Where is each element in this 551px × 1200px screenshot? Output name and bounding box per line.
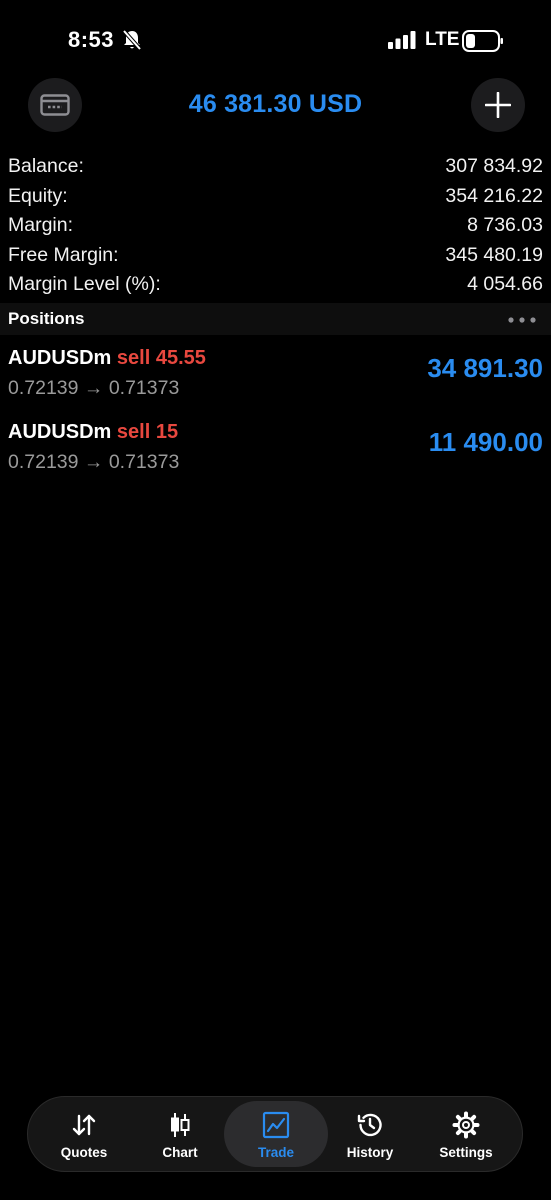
position-symbol: AUDUSDm — [8, 421, 112, 443]
position-side: sell 45.55 — [116, 347, 206, 369]
summary-row-margin-level: Margin Level (%): 4 054.66 — [8, 270, 543, 300]
tab-settings[interactable]: Settings — [418, 1097, 514, 1171]
tab-label: History — [346, 1145, 394, 1160]
positions-title: Positions — [8, 309, 85, 328]
summary-row-free-margin: Free Margin: 345 480.19 — [8, 241, 543, 271]
new-order-button[interactable] — [471, 78, 525, 132]
bell-muted-icon — [122, 29, 142, 51]
tab-label: Settings — [439, 1145, 493, 1160]
cellular-signal-icon — [388, 31, 416, 49]
summary-value: 345 480.19 — [445, 243, 543, 266]
tab-quotes[interactable]: Quotes — [36, 1097, 132, 1171]
summary-value: 354 216.22 — [445, 184, 543, 207]
position-symbol: AUDUSDm — [8, 347, 112, 369]
history-icon — [357, 1113, 382, 1137]
position-profit: 11 490.00 — [428, 427, 543, 457]
positions-section-header: Positions — [0, 303, 551, 335]
summary-value: 4 054.66 — [467, 273, 543, 295]
chart-icon — [171, 1113, 190, 1137]
status-bar: 8:53 LTE — [0, 0, 551, 80]
summary-row-balance: Balance: 307 834.92 — [8, 152, 543, 182]
tab-label: Trade — [257, 1145, 295, 1160]
summary-label: Balance: — [8, 155, 84, 177]
quotes-icon — [72, 1114, 96, 1136]
network-label: LTE — [425, 29, 460, 50]
account-summary: Balance: 307 834.92 Equity: 354 216.22 M… — [8, 152, 543, 300]
more-options-icon[interactable] — [508, 317, 536, 323]
account-equity-title[interactable]: 46 381.30 USD — [0, 90, 551, 119]
summary-label: Free Margin: — [8, 243, 119, 266]
summary-value: 8 736.03 — [467, 214, 543, 236]
position-side: sell 15 — [116, 421, 179, 443]
position-profit: 34 891.30 — [427, 353, 543, 383]
battery-icon — [462, 30, 503, 52]
tab-history[interactable]: History — [322, 1097, 418, 1171]
tab-label: Quotes — [60, 1145, 108, 1160]
summary-label: Margin: — [8, 214, 74, 236]
trade-icon — [262, 1111, 290, 1139]
bottom-tab-bar: Quotes Chart Trade History Settings — [27, 1096, 523, 1172]
position-row[interactable]: AUDUSDm sell 15 0.72139 → 0.71373 11 490… — [8, 417, 543, 483]
position-row[interactable]: AUDUSDm sell 45.55 0.72139 → 0.71373 34 … — [8, 343, 543, 409]
summary-value: 307 834.92 — [445, 155, 543, 177]
tab-label: Chart — [162, 1145, 198, 1160]
status-time: 8:53 — [68, 27, 115, 52]
summary-label: Margin Level (%): — [8, 273, 161, 295]
account-header: 46 381.30 USD — [0, 78, 551, 134]
summary-label: Equity: — [8, 184, 68, 207]
settings-icon — [452, 1111, 480, 1139]
tab-trade[interactable]: Trade — [224, 1097, 328, 1171]
summary-row-margin: Margin: 8 736.03 — [8, 211, 543, 241]
summary-row-equity: Equity: 354 216.22 — [8, 182, 543, 212]
plus-icon — [485, 92, 511, 118]
tab-chart[interactable]: Chart — [132, 1097, 228, 1171]
